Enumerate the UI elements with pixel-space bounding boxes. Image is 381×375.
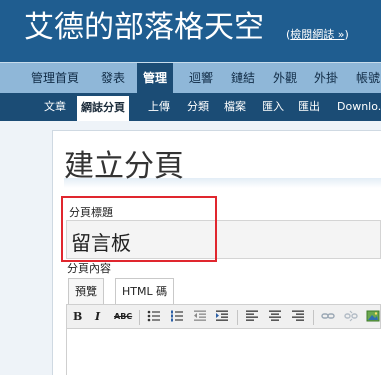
- bullet-list-icon[interactable]: [147, 309, 161, 328]
- tab-preview[interactable]: 預覽: [68, 278, 104, 305]
- subnav-item-files[interactable]: 檔案: [224, 93, 246, 121]
- content-editor[interactable]: [66, 329, 381, 375]
- subnav-item-uploads[interactable]: 上傳: [148, 93, 170, 121]
- view-blog-text[interactable]: 檢閱網誌 »: [290, 28, 344, 41]
- nav-item-plugins[interactable]: 外掛: [314, 63, 338, 93]
- indent-icon[interactable]: [215, 309, 229, 328]
- align-right-icon[interactable]: [291, 309, 305, 328]
- page-content-label: 分頁內容: [67, 262, 111, 275]
- nav-item-account[interactable]: 帳號: [356, 63, 380, 93]
- subnav-item-download[interactable]: Downlo...: [337, 93, 381, 121]
- page-title: 建立分頁: [64, 149, 184, 184]
- view-blog-link[interactable]: (檢閱網誌 »): [286, 26, 349, 42]
- link-icon[interactable]: [321, 309, 335, 328]
- toolbar-separator: [139, 310, 140, 325]
- italic-icon[interactable]: I: [95, 309, 100, 325]
- tab-html[interactable]: HTML 碼: [115, 278, 175, 304]
- subnav-item-export[interactable]: 匯出: [298, 93, 320, 121]
- nav-item-links[interactable]: 鏈結: [231, 63, 255, 93]
- highlight-annotation: [61, 196, 217, 262]
- site-title: 艾德的部落格天空: [24, 10, 264, 45]
- toolbar-separator: [237, 310, 238, 325]
- editor-toolbar: B I ABC: [66, 304, 381, 329]
- nav-item-write[interactable]: 發表: [101, 63, 125, 93]
- bold-icon[interactable]: B: [73, 309, 82, 325]
- numbered-list-icon[interactable]: [170, 309, 184, 328]
- strikethrough-icon[interactable]: ABC: [114, 309, 132, 325]
- nav-item-comments[interactable]: 迴響: [189, 63, 213, 93]
- toolbar-separator: [313, 310, 314, 325]
- subnav-item-import[interactable]: 匯入: [262, 93, 284, 121]
- align-left-icon[interactable]: [245, 309, 259, 328]
- unlink-icon[interactable]: [344, 309, 358, 328]
- nav-item-appearance[interactable]: 外觀: [273, 63, 297, 93]
- nav-item-manage[interactable]: 管理: [137, 63, 174, 93]
- subnav-item-pages[interactable]: 網誌分頁: [77, 96, 129, 121]
- align-center-icon[interactable]: [268, 309, 282, 328]
- main-nav: 管理首頁 發表 管理 迴響 鏈結 外觀 外掛 帳號: [0, 62, 381, 93]
- outdent-icon[interactable]: [193, 309, 207, 328]
- nav-item-dashboard[interactable]: 管理首頁: [31, 63, 79, 93]
- image-icon[interactable]: [366, 309, 380, 328]
- subnav-item-categories[interactable]: 分類: [187, 93, 209, 121]
- sub-nav: 文章 網誌分頁 上傳 分類 檔案 匯入 匯出 Downlo...: [0, 93, 381, 121]
- subnav-item-posts[interactable]: 文章: [44, 93, 66, 121]
